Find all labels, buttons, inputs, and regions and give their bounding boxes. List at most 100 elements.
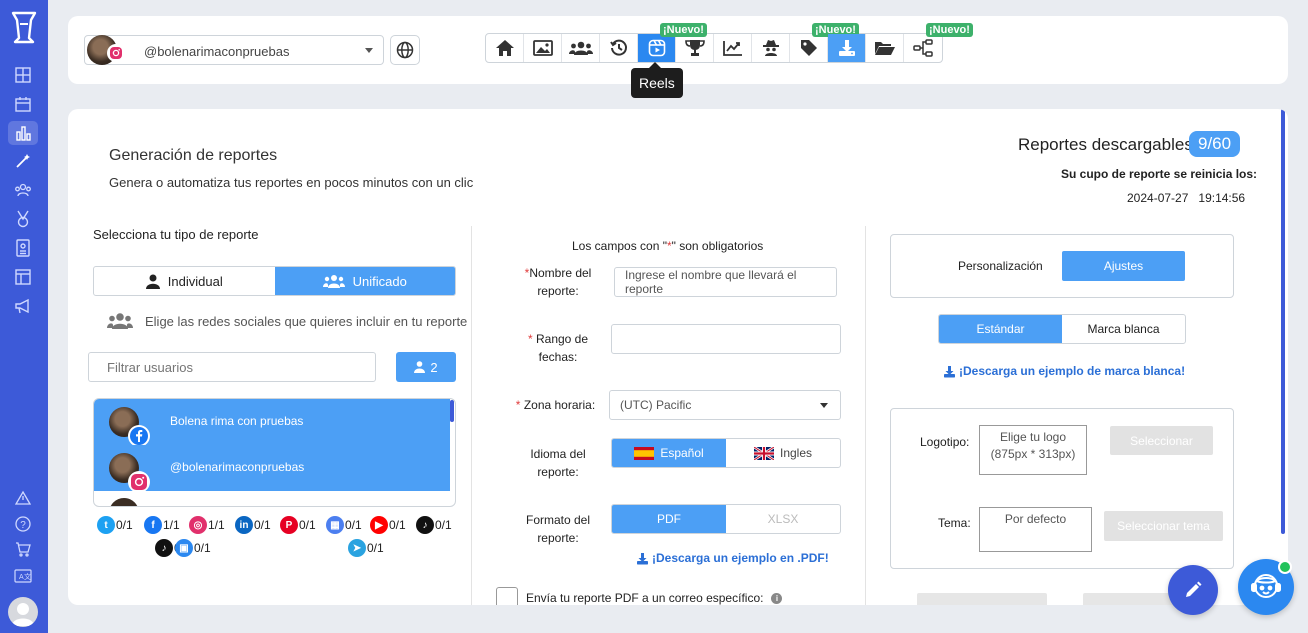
info-icon[interactable]: i (771, 592, 783, 604)
account-select[interactable]: @bolenarimaconpruebas (84, 35, 384, 65)
date-range-label: * Rango de fechas: (527, 332, 589, 364)
download-tool[interactable] (828, 34, 866, 62)
theme-label: Tema: (938, 516, 971, 530)
filter-users-input[interactable] (88, 352, 376, 382)
sidebar: ? A文 (0, 0, 48, 633)
reset-time: 19:14:56 (1198, 191, 1246, 205)
selected-users-button[interactable]: 2 (396, 352, 456, 382)
spy-tool[interactable] (752, 34, 790, 62)
audience-tool[interactable] (562, 34, 600, 62)
tiktok-ads-icon: ▣ (175, 539, 193, 557)
youtube-icon: ▶ (370, 516, 388, 534)
dashboard-icon[interactable] (12, 64, 34, 86)
user-icon (145, 274, 160, 289)
layout-icon[interactable] (12, 266, 34, 288)
format-pdf-button[interactable]: PDF (612, 505, 726, 533)
edit-button[interactable] (1168, 565, 1218, 615)
instagram-icon (128, 471, 150, 493)
network-count: 0/1 (194, 541, 211, 555)
globe-button[interactable] (390, 35, 420, 65)
magic-icon[interactable] (12, 150, 34, 172)
tab-settings[interactable]: Ajustes (1062, 251, 1185, 281)
svg-text:文: 文 (24, 572, 31, 581)
tag-icon (800, 40, 817, 56)
home-tool[interactable] (486, 34, 524, 62)
online-status-dot (1278, 560, 1292, 574)
tab-customization[interactable]: Personalización (958, 259, 1043, 273)
chevron-down-icon (365, 48, 373, 53)
linkedin-icon: in (235, 516, 253, 534)
list-item[interactable]: Bolena rima con pruebas (94, 399, 450, 447)
unified-button[interactable]: Unificado (274, 267, 455, 295)
email-checkbox[interactable] (496, 587, 518, 605)
tag-tool[interactable]: ¡Nuevo! (790, 23, 859, 62)
trophy-tool[interactable] (676, 34, 714, 62)
format-label: Formato del reporte: (525, 513, 591, 545)
calendar-icon[interactable] (12, 93, 34, 115)
uk-flag-icon (753, 446, 774, 460)
pdf-example-link[interactable]: ¡Descarga un ejemplo en .PDF! (636, 551, 829, 565)
id-card-icon[interactable] (12, 237, 34, 259)
format-xlsx-button[interactable]: XLSX (726, 505, 840, 533)
list-scrollbar[interactable] (450, 400, 454, 422)
analytics-icon[interactable] (8, 121, 38, 145)
folder-tool[interactable] (866, 34, 904, 62)
image-tool[interactable] (524, 34, 562, 62)
history-tool[interactable] (600, 34, 638, 62)
alert-icon[interactable] (12, 487, 34, 509)
networks-hint: Elige las redes sociales que quieres inc… (107, 312, 467, 330)
language-es-button[interactable]: Español (612, 439, 726, 467)
translate-icon[interactable]: A文 (12, 565, 34, 587)
network-count: 0/1 (299, 518, 316, 532)
spy-icon (762, 40, 779, 56)
network-count: 0/1 (345, 518, 362, 532)
cart-icon[interactable] (12, 538, 34, 560)
new-badge: ¡Nuevo! (926, 23, 973, 37)
report-name-input[interactable]: Ingrese el nombre que llevará el reporte (614, 267, 837, 297)
logo-preview: Elige tu logo (875px * 313px) (979, 425, 1087, 475)
action-button[interactable] (917, 593, 1047, 605)
app-logo[interactable] (11, 10, 37, 44)
select-logo-button[interactable]: Seleccionar (1110, 426, 1213, 455)
user-avatar[interactable] (8, 597, 38, 627)
user-name: @bolenarimaconpruebas (170, 460, 305, 474)
trophy-icon (684, 40, 705, 56)
users-icon[interactable] (12, 179, 34, 201)
required-note-pre: Los campos con " (572, 239, 667, 253)
reports-label: Reportes descargables: (1018, 135, 1198, 154)
date-range-input[interactable] (611, 324, 841, 354)
language-en-button[interactable]: Ingles (726, 439, 840, 467)
network-counter-tiktok-ads: ▣ 0/1 (175, 539, 211, 557)
user-list: Bolena rima con pruebas @bolenarimaconpr… (93, 398, 456, 507)
network-count: 1/1 (208, 518, 225, 532)
white-label-button[interactable]: Marca blanca (1062, 315, 1185, 343)
scrollbar[interactable] (1281, 109, 1285, 534)
reports-count-badge: 9/60 (1189, 131, 1241, 157)
standard-mode-button[interactable]: Estándar (939, 315, 1062, 343)
line-chart-icon (722, 41, 742, 56)
top-bar: @bolenarimaconpruebas ¡Nuevo! ¡Nuevo! ¡N… (68, 16, 1288, 98)
select-theme-button[interactable]: Seleccionar tema (1104, 511, 1223, 541)
list-item[interactable]: @bolenarimaconpruebas (94, 445, 450, 493)
megaphone-icon[interactable] (12, 295, 34, 317)
email-option: Envía tu reporte PDF a un correo específ… (526, 591, 783, 605)
page-subtitle: Genera o automatiza tus reportes en poco… (109, 175, 474, 190)
medal-icon[interactable] (12, 208, 34, 230)
unified-label: Unificado (352, 273, 407, 289)
facebook-icon (128, 425, 150, 447)
white-label-example-link[interactable]: ¡Descarga un ejemplo de marca blanca! (943, 364, 1185, 378)
chart-tool[interactable] (714, 34, 752, 62)
pinterest-icon: P (280, 516, 298, 534)
globe-icon (396, 41, 414, 59)
user-icon (414, 361, 426, 373)
required-note: Los campos con "*" son obligatorios (572, 239, 763, 253)
timezone-select[interactable]: (UTC) Pacific (609, 390, 841, 420)
network-counter-google-business: ▦ 0/1 (326, 516, 362, 534)
network-counter-youtube: ▶ 0/1 (370, 516, 406, 534)
help-icon[interactable]: ? (12, 513, 34, 535)
account-name: @bolenarimaconpruebas (144, 44, 290, 59)
reels-tool[interactable]: ¡Nuevo! (638, 23, 707, 62)
language-toggle: Español Ingles (611, 438, 841, 468)
individual-button[interactable]: Individual (94, 267, 275, 295)
flow-tool[interactable]: ¡Nuevo! (904, 23, 973, 62)
